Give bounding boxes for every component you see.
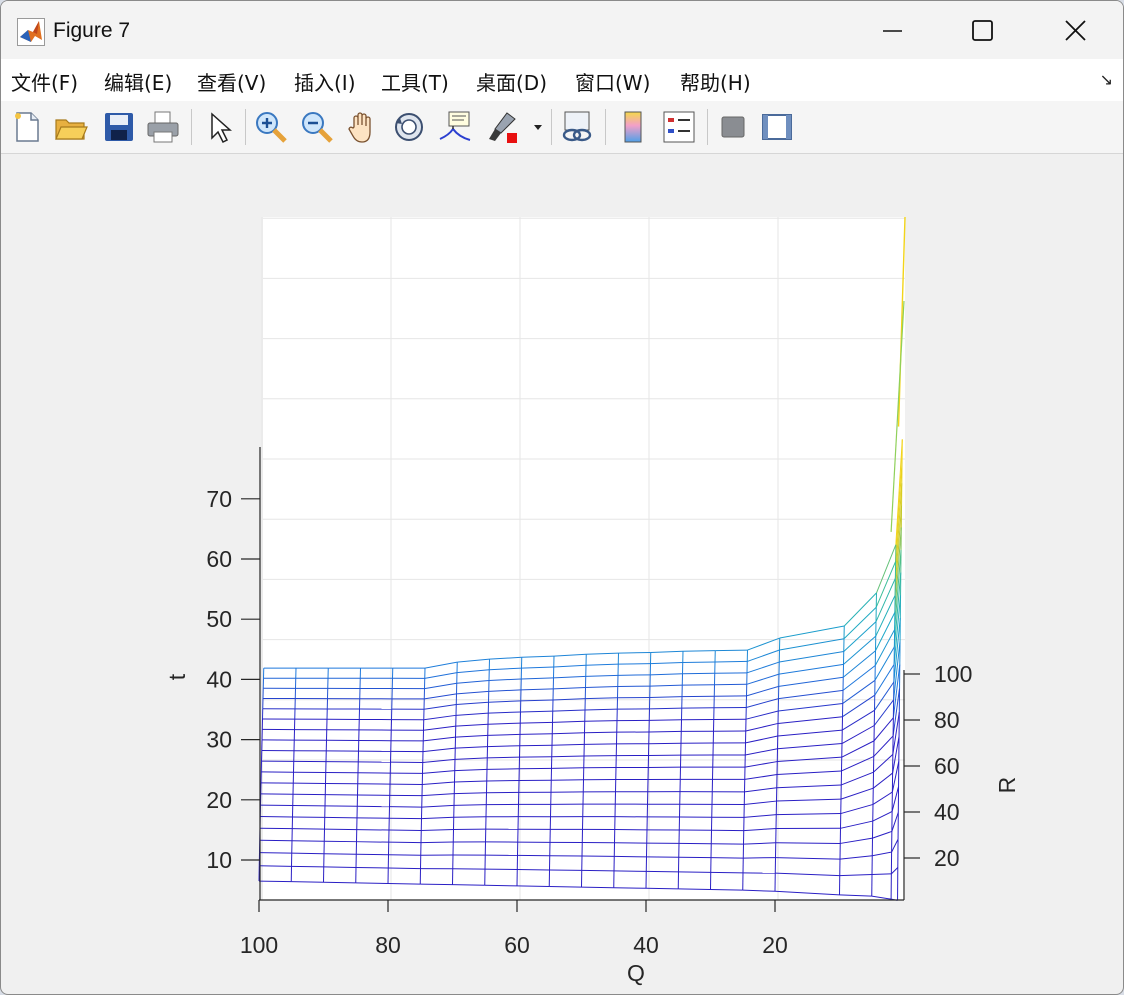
mesh-line-q <box>519 733 553 735</box>
mesh-line-q <box>678 888 711 890</box>
mesh-line-q <box>323 853 357 855</box>
mesh-line-q <box>714 660 748 663</box>
mesh-line-q <box>613 887 647 889</box>
mesh-line-q <box>648 730 682 733</box>
r-axis-label: R <box>994 777 1020 794</box>
mesh-line-q <box>420 841 454 844</box>
mesh-line-q <box>259 852 292 854</box>
mesh-line-q <box>775 842 841 844</box>
r-tick-label: 100 <box>934 661 972 687</box>
mesh-line-q <box>388 867 421 870</box>
mesh-line-q <box>388 854 421 856</box>
mesh-line-q <box>453 804 487 806</box>
mesh-line-q <box>678 871 711 873</box>
mesh-line-q <box>420 883 453 886</box>
mesh-line-q <box>584 743 617 745</box>
mesh-line-q <box>291 865 324 868</box>
mesh-line-q <box>584 720 618 722</box>
mesh-line-q <box>520 721 553 724</box>
mesh-line-q <box>618 663 651 665</box>
mesh-line-q <box>452 884 485 886</box>
mesh-line-q <box>323 866 357 868</box>
mesh-line-q <box>581 886 614 889</box>
q-tick-label: 20 <box>762 932 788 958</box>
mesh-line-q <box>710 871 744 874</box>
mesh-line-q <box>710 888 743 891</box>
mesh-line-q <box>516 885 550 887</box>
mesh-line-q <box>387 882 421 885</box>
r-tick-label: 40 <box>934 799 960 825</box>
t-tick-label: 40 <box>206 666 232 692</box>
r-tick-label: 20 <box>934 845 960 871</box>
t-tick-label: 70 <box>206 486 232 512</box>
mesh-line-q <box>682 650 716 652</box>
mesh-line-q <box>355 866 389 869</box>
mesh-line-q <box>291 852 325 855</box>
mesh-line-q <box>613 870 647 872</box>
figure-window: Figure 7 文件(F) 编辑(E) 查看(V) 插入(I) 工具(T) 桌… <box>0 0 1124 995</box>
mesh-line-q <box>618 651 651 654</box>
mesh-line-q <box>519 744 553 747</box>
mesh-line-q <box>871 873 892 875</box>
r-tick-label: 80 <box>934 707 960 733</box>
mesh-line-q <box>484 884 518 887</box>
mesh-line-q <box>649 719 682 721</box>
mesh-line-q <box>549 885 582 888</box>
mesh-line-q <box>645 887 679 890</box>
q-tick-label: 100 <box>240 932 278 958</box>
t-tick-label: 10 <box>206 847 232 873</box>
plot-area: 100 80 60 40 20 10 20 30 40 50 60 70 20 40 60 80 100 Qt R <box>164 216 1020 986</box>
mesh-line-q <box>743 857 776 859</box>
mesh-line-q <box>258 880 292 883</box>
mesh-line-q <box>551 779 584 781</box>
mesh-line-q <box>355 882 389 884</box>
q-tick-label: 60 <box>504 932 530 958</box>
q-axis-label: Q <box>627 960 645 986</box>
mesh-line-q <box>584 731 617 734</box>
t-tick-label: 30 <box>206 727 232 753</box>
t-axis-label: t <box>164 673 190 680</box>
t-tick-label: 60 <box>206 546 232 572</box>
q-tick-label: 80 <box>375 932 401 958</box>
mesh-line-q <box>291 881 324 883</box>
axes-background <box>263 217 905 900</box>
r-tick-label: 60 <box>934 753 960 779</box>
q-tick-label: 40 <box>633 932 659 958</box>
mesh-line-q <box>715 649 748 652</box>
mesh-line-q <box>551 767 584 769</box>
mesh-line-q <box>323 881 356 884</box>
mesh-line-q <box>356 853 389 856</box>
mesh-line-q <box>682 661 716 664</box>
mesh-line-q <box>259 865 292 867</box>
mesh-line-q <box>486 779 520 782</box>
mesh-line-q <box>648 742 682 745</box>
mesh-line-q <box>486 768 520 770</box>
t-tick-label: 50 <box>206 606 232 632</box>
t-tick-label: 20 <box>206 787 232 813</box>
